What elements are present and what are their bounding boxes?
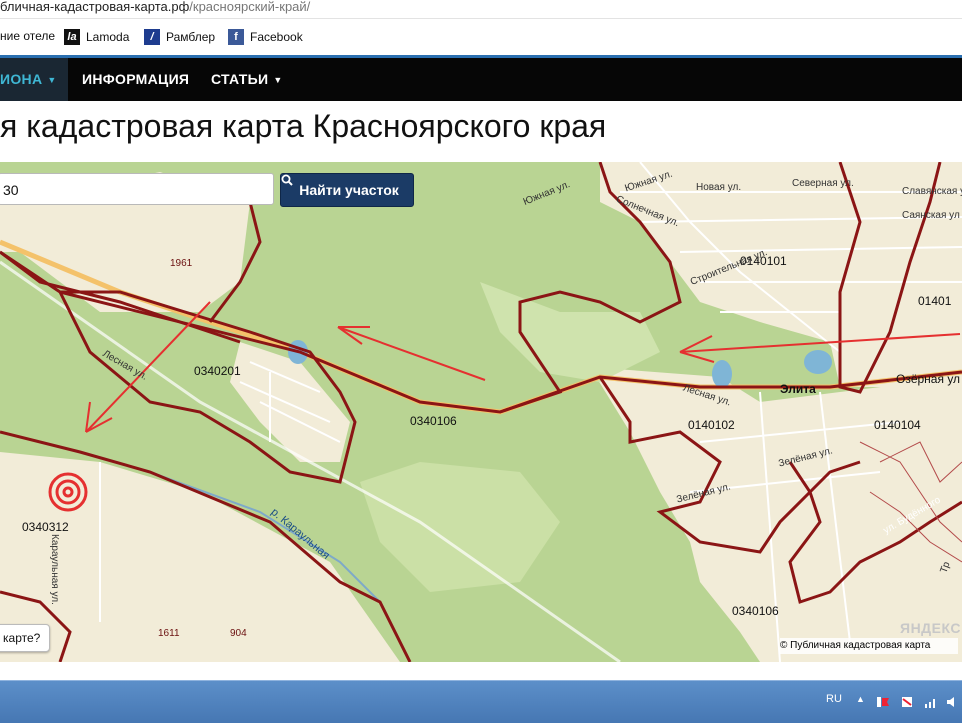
address-bar[interactable]: бличная-кадастровая-карта.рф/красноярски… — [0, 0, 962, 19]
bookmark-label: Facebook — [250, 30, 303, 44]
action-center-icon[interactable] — [876, 695, 890, 707]
tray-expand-icon[interactable]: ▲ — [856, 694, 865, 704]
nav-regions-label: ИОНА — [0, 71, 43, 87]
parcel-label: 1611 — [158, 628, 180, 639]
parcel-label: 0340106 — [410, 414, 457, 428]
facebook-icon: f — [228, 29, 244, 45]
bookmark-label: ние отеле — [0, 29, 56, 43]
nav-info-label: ИНФОРМАЦИЯ — [82, 71, 190, 87]
parcel-label: 904 — [230, 628, 247, 639]
chevron-down-icon: ▼ — [273, 75, 283, 85]
parcel-label: 1961 — [170, 258, 193, 269]
language-indicator[interactable]: RU — [826, 693, 842, 705]
bookmark-hotels[interactable]: ние отеле — [0, 29, 55, 43]
url-domain: бличная-кадастровая-карта.рф — [0, 0, 190, 14]
chevron-down-icon: ▼ — [47, 75, 57, 85]
yandex-logo: ЯНДЕКС — [900, 620, 961, 636]
bookmark-rambler[interactable]: / Рамблер — [144, 29, 215, 45]
site-nav: ИОНА ▼ ИНФОРМАЦИЯ СТАТЬИ ▼ — [0, 58, 962, 101]
volume-icon[interactable] — [946, 695, 960, 707]
bookmark-facebook[interactable]: f Facebook — [228, 29, 303, 45]
url-path: /красноярский-край/ — [189, 0, 311, 14]
bookmark-label: Lamoda — [86, 30, 130, 44]
parcel-label: 01401 — [918, 294, 952, 308]
taskbar: RU ▲ — [0, 680, 962, 723]
bookmark-label: Рамблер — [166, 30, 216, 44]
parcel-label: 0340106 — [732, 604, 779, 618]
parcel-label: 0140102 — [688, 418, 735, 432]
cadastral-map[interactable]: 1961 0340201 0340106 0340312 0140101 014… — [0, 162, 962, 662]
street-label: Славянская ул — [902, 186, 962, 197]
find-parcel-button[interactable]: Найти участок — [280, 173, 414, 207]
nav-info[interactable]: ИНФОРМАЦИЯ — [82, 58, 189, 101]
map-credit: © Публичная кадастровая карта — [780, 638, 958, 654]
search-input[interactable]: 30 — [0, 173, 274, 205]
device-icon[interactable] — [900, 695, 914, 707]
street-label: Караульная ул. — [49, 534, 60, 605]
place-label: Элита — [780, 382, 816, 396]
credit-text[interactable]: © Публичная кадастровая карта — [780, 640, 930, 651]
street-label: Саянская ул — [902, 210, 960, 221]
street-label: Озёрная ул — [896, 372, 961, 386]
lamoda-icon: la — [64, 29, 80, 45]
parcel-label: 0140104 — [874, 418, 921, 432]
parcel-label: 0340201 — [194, 364, 241, 378]
nav-regions[interactable]: ИОНА ▼ — [0, 58, 68, 101]
bookmark-lamoda[interactable]: la Lamoda — [64, 29, 129, 45]
map-canvas — [0, 162, 962, 662]
page-title: я кадастровая карта Красноярского края — [0, 108, 607, 144]
parcel-label: 0340312 — [22, 520, 69, 534]
network-icon[interactable] — [924, 695, 938, 708]
rambler-icon: / — [144, 29, 160, 45]
nav-articles-label: СТАТЬИ — [211, 71, 269, 87]
street-label: Новая ул. — [696, 182, 742, 193]
find-parcel-label: Найти участок — [299, 182, 399, 198]
nav-articles[interactable]: СТАТЬИ ▼ — [211, 58, 283, 101]
street-label: Северная ул. — [792, 178, 854, 189]
help-button[interactable]: карте? — [0, 624, 50, 652]
bookmarks-bar: ние отеле la Lamoda / Рамблер f Facebook — [0, 19, 962, 58]
